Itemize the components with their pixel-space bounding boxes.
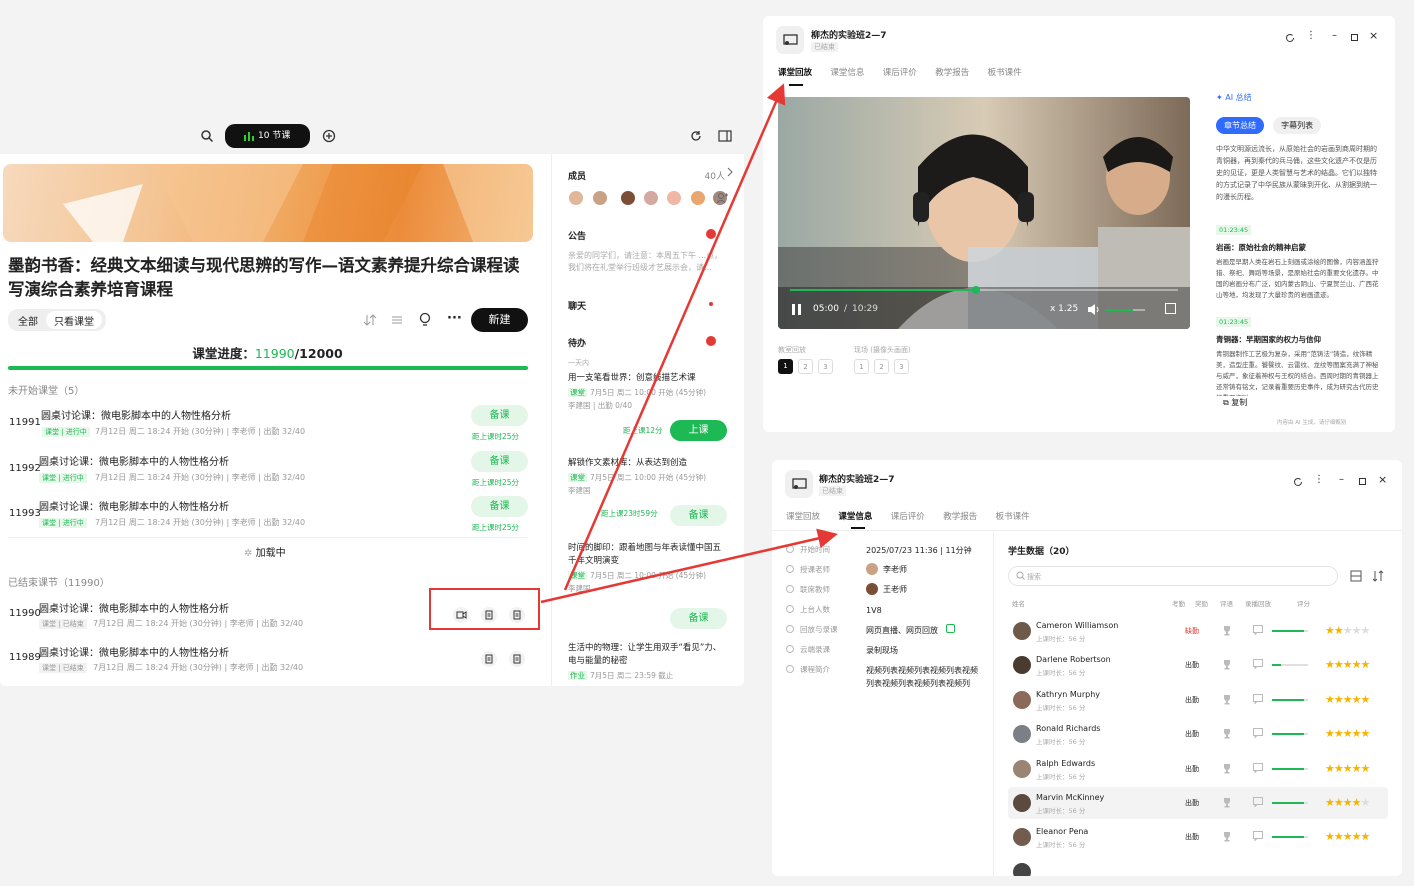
annotation-arrows xyxy=(540,83,838,604)
